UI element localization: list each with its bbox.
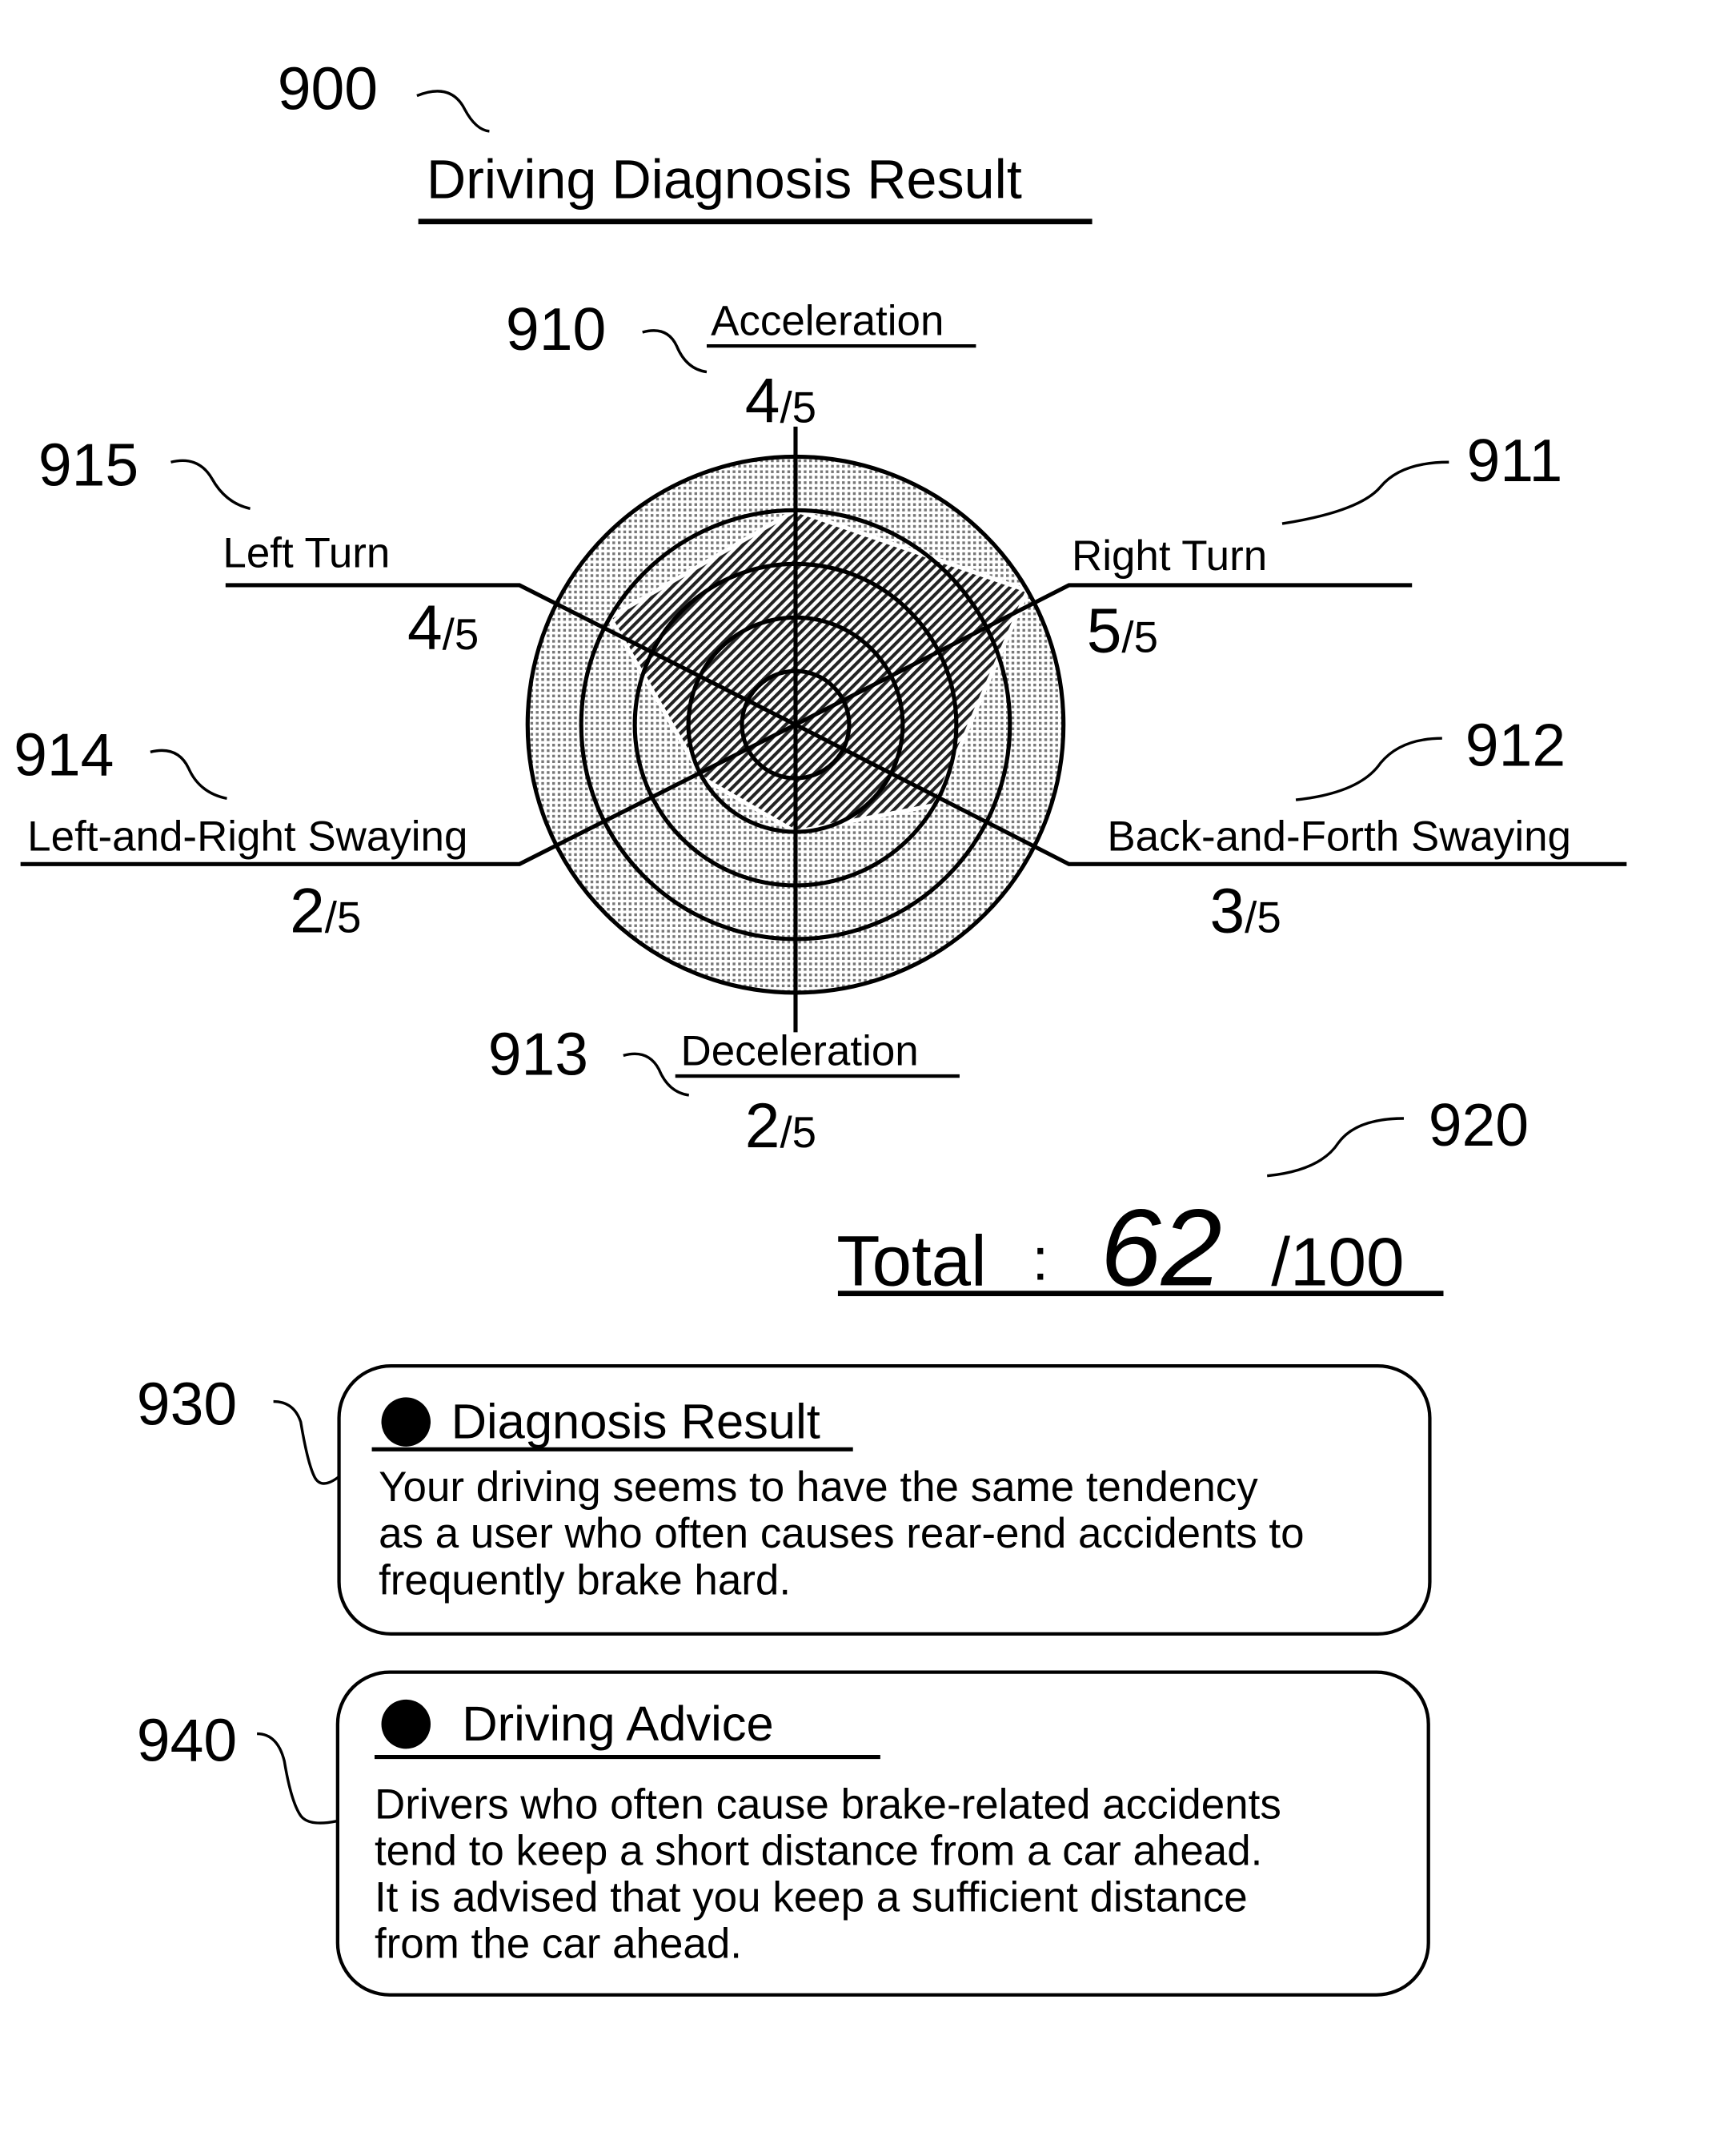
total-score: 920 Total : 62 /100 [836,1091,1529,1308]
ref-913: 913 [488,1020,588,1087]
total-max: /100 [1271,1224,1404,1300]
axis-label-acceleration: 910 Acceleration 4/5 [506,295,976,436]
result-heading: Diagnosis Result [451,1395,820,1450]
advice-line: Drivers who often cause brake-related ac… [375,1781,1281,1828]
leader-930 [273,1399,340,1485]
result-line: Your driving seems to have the same tend… [379,1463,1258,1511]
advice-line: tend to keep a short distance from a car… [375,1827,1262,1874]
axis-label-back-forth: 912 Back-and-Forth Swaying 3/5 [1107,711,1571,946]
total-value: 62 [1101,1186,1222,1308]
bullet-icon [381,1699,431,1749]
ref-930: 930 [137,1371,237,1438]
score-deceleration: 2 [745,1090,780,1161]
score-back-forth: 3 [1209,876,1245,946]
max-label: /5 [325,893,362,942]
svg-text:2/5: 2/5 [290,876,361,946]
ref-940: 940 [137,1707,237,1774]
label-back-forth: Back-and-Forth Swaying [1107,813,1571,860]
ref-911: 911 [1467,427,1563,494]
svg-text:2/5: 2/5 [745,1090,816,1161]
leader-915 [170,459,251,510]
axis-label-right-turn: 911 Right Turn 5/5 [1072,427,1562,665]
leader-912 [1295,737,1442,801]
total-sep: : [1032,1226,1048,1293]
figure-svg: 900 Driving Diagnosis Result 910 Acceler… [14,55,1627,1997]
score-acceleration: 4 [745,366,780,436]
svg-text:3/5: 3/5 [1209,876,1281,946]
max-label: /5 [780,1108,816,1157]
patent-figure: 900 Driving Diagnosis Result 910 Acceler… [0,0,1736,2148]
advice-line: It is advised that you keep a sufficient… [375,1874,1248,1921]
leader-910 [642,329,708,374]
diagnosis-result-box: 930 Diagnosis Result Your driving seems … [137,1363,1432,1636]
leader-900 [416,90,490,133]
svg-text:4/5: 4/5 [407,592,479,663]
ref-914: 914 [14,721,114,788]
ref-915: 915 [38,431,138,498]
leader-914 [150,749,227,801]
label-left-right: Left-and-Right Swaying [27,813,467,860]
max-label: /5 [1121,613,1158,662]
result-line: frequently brake hard. [379,1556,791,1604]
ref-912: 912 [1465,711,1566,778]
leader-920 [1267,1117,1404,1178]
page-title: Driving Diagnosis Result [427,150,1022,211]
leader-911 [1281,460,1449,525]
total-label: Total [836,1221,987,1300]
bullet-icon [381,1397,431,1447]
ref-900: 900 [278,55,378,122]
result-line: as a user who often causes rear-end acci… [379,1510,1304,1557]
svg-text:5/5: 5/5 [1087,596,1158,666]
advice-heading: Driving Advice [462,1696,773,1752]
score-left-right: 2 [290,876,325,946]
axis-label-left-turn: 915 Left Turn 4/5 [38,431,479,663]
advice-line: from the car ahead. [375,1921,742,1968]
ref-920: 920 [1429,1091,1529,1158]
leader-940 [257,1732,337,1825]
label-right-turn: Right Turn [1072,532,1267,580]
axis-label-deceleration: 913 Deceleration 2/5 [488,1020,960,1161]
score-left-turn: 4 [407,592,443,663]
max-label: /5 [1245,893,1281,942]
label-left-turn: Left Turn [223,530,390,577]
score-right-turn: 5 [1087,596,1122,666]
label-deceleration: Deceleration [681,1027,919,1074]
radar-chart [20,426,1627,1033]
axis-label-left-right: 914 Left-and-Right Swaying 2/5 [14,721,467,946]
max-label: /5 [443,610,479,659]
max-label: /5 [780,383,816,432]
driving-advice-box: 940 Driving Advice Drivers who often cau… [137,1670,1430,1997]
ref-910: 910 [506,295,606,363]
svg-text:4/5: 4/5 [745,366,816,436]
label-acceleration: Acceleration [711,297,944,344]
